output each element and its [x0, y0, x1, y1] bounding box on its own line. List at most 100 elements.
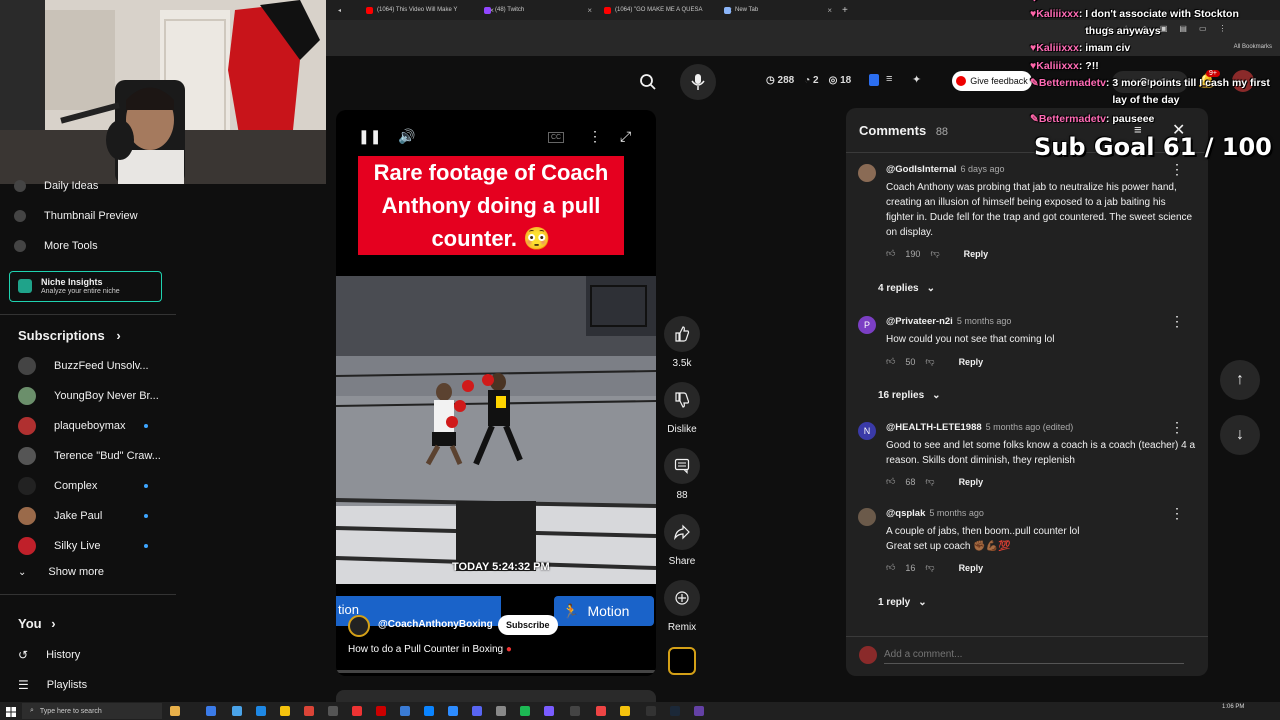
comment-menu-icon[interactable]: ⋮	[1170, 314, 1184, 328]
taskbar-app-icon[interactable]	[170, 706, 180, 716]
taskbar-search[interactable]: ⌕ Type here to search	[22, 703, 162, 719]
comment-menu-icon[interactable]: ⋮	[1170, 162, 1184, 176]
taskbar-app-icon[interactable]	[496, 706, 506, 716]
thumbs-down-icon[interactable]: 👎︎	[925, 562, 934, 573]
volume-icon[interactable]: 🔊	[398, 128, 415, 145]
trophy-icon[interactable]: ✦	[912, 73, 921, 86]
thumbs-up-icon[interactable]: 👍︎	[886, 476, 895, 487]
thumbs-down-icon[interactable]: 👎︎	[925, 476, 934, 487]
browser-tab-3[interactable]: (1064) "GO MAKE ME A QUESA ×	[604, 3, 732, 17]
subscription-item[interactable]: BuzzFeed Unsolv...	[18, 354, 168, 378]
comment-menu-icon[interactable]: ⋮	[1170, 420, 1184, 434]
taskbar-app-icon[interactable]	[352, 706, 362, 716]
shorts-video-player[interactable]: ❚❚ 🔊 CC ⋮ ⤢ Rare footage of Coach Anthon…	[336, 110, 656, 676]
reply-button[interactable]: Reply	[959, 477, 984, 487]
tab-scroll-left-icon[interactable]: ◂	[338, 3, 346, 17]
give-feedback-button[interactable]: Give feedback	[952, 71, 1032, 91]
subscribe-button[interactable]: Subscribe	[498, 615, 558, 635]
search-button[interactable]	[630, 64, 666, 100]
reply-button[interactable]: Reply	[959, 563, 984, 573]
dislike-button[interactable]: Dislike	[664, 382, 700, 435]
comment-avatar[interactable]	[858, 164, 876, 182]
share-button[interactable]: Share	[664, 514, 700, 567]
list-icon[interactable]: ≡	[886, 73, 892, 85]
replies-toggle[interactable]: 4 replies ⌄	[878, 283, 935, 294]
taskbar-app-icon[interactable]	[520, 706, 530, 716]
taskbar-app-icon[interactable]	[448, 706, 458, 716]
windows-start-icon[interactable]	[6, 706, 16, 717]
next-short-preview[interactable]	[336, 690, 656, 702]
subscription-item[interactable]: Terence "Bud" Craw...	[18, 444, 168, 468]
new-tab-button[interactable]: +	[842, 3, 852, 17]
subscription-item[interactable]: YoungBoy Never Br...	[18, 384, 168, 408]
discord-icon[interactable]	[472, 706, 482, 716]
taskbar-app-icon[interactable]	[544, 706, 554, 716]
taskbar-clock[interactable]: 1:06 PM	[1222, 704, 1244, 710]
taskbar-app-icon[interactable]	[570, 706, 580, 716]
fullscreen-icon[interactable]: ⤢	[620, 128, 631, 145]
channel-avatar[interactable]	[348, 615, 370, 637]
next-short-button[interactable]: ↓	[1220, 415, 1260, 455]
thumbs-up-icon[interactable]: 👍︎	[886, 356, 895, 367]
taskbar-app-icon[interactable]	[304, 706, 314, 716]
sound-avatar[interactable]	[668, 647, 696, 675]
taskbar-app-icon[interactable]	[256, 706, 266, 716]
replies-toggle[interactable]: 1 reply ⌄	[878, 597, 927, 608]
subscription-item[interactable]: plaqueboymax	[18, 414, 168, 438]
chrome-icon[interactable]	[280, 706, 290, 716]
comment-author[interactable]: @HEALTH-LETE1988	[886, 422, 982, 433]
sidebar-item-thumbnail-preview[interactable]: Thumbnail Preview	[14, 203, 138, 229]
comment-author[interactable]: @Privateer-n2i	[886, 316, 953, 327]
opera-icon[interactable]	[376, 706, 386, 716]
video-progress-bar[interactable]	[336, 670, 656, 673]
browser-tab-4[interactable]: New Tab ×	[724, 3, 832, 17]
taskbar-app-icon[interactable]	[328, 706, 338, 716]
taskbar-app-icon[interactable]	[400, 706, 410, 716]
more-options-icon[interactable]: ⋮	[588, 128, 602, 145]
sidebar-item-history[interactable]: ↺ History	[18, 642, 80, 668]
captions-button[interactable]: CC	[548, 132, 565, 143]
you-heading[interactable]: You ›	[18, 616, 56, 631]
subscription-item[interactable]: Complex	[18, 474, 168, 498]
taskbar-app-icon[interactable]	[694, 706, 704, 716]
comment-avatar[interactable]	[858, 508, 876, 526]
reply-button[interactable]: Reply	[959, 357, 984, 367]
add-comment-input[interactable]	[884, 646, 1184, 664]
comment-author[interactable]: @qsplak	[886, 508, 925, 519]
sidebar-item-playlists[interactable]: ☰ Playlists	[18, 672, 87, 698]
taskbar-app-icon[interactable]	[232, 706, 242, 716]
pause-icon[interactable]: ❚❚	[358, 128, 381, 145]
browser-tab-1[interactable]: (1064) This Video Will Make Y ×	[366, 3, 494, 17]
comment-menu-icon[interactable]: ⋮	[1170, 506, 1184, 520]
browser-tab-2[interactable]: (48) Twitch ×	[484, 3, 592, 17]
channel-name[interactable]: @CoachAnthonyBoxing	[378, 619, 493, 630]
vidiq-icon[interactable]	[869, 74, 879, 86]
thumbs-up-icon[interactable]: 👍︎	[886, 248, 895, 259]
taskbar-app-icon[interactable]	[646, 706, 656, 716]
taskbar-app-icon[interactable]	[596, 706, 606, 716]
sidebar-item-daily-ideas[interactable]: Daily Ideas	[14, 173, 98, 199]
comment-avatar[interactable]: N	[858, 422, 876, 440]
steam-icon[interactable]	[670, 706, 680, 716]
comment-author[interactable]: @GodIsInternal	[886, 164, 957, 175]
edge-icon[interactable]	[424, 706, 434, 716]
subscription-item[interactable]: Silky Live	[18, 534, 168, 558]
close-tab-icon[interactable]: ×	[587, 6, 592, 15]
taskbar-app-icon[interactable]	[206, 706, 216, 716]
thumbs-up-icon[interactable]: 👍︎	[886, 562, 895, 573]
video-title[interactable]: How to do a Pull Counter in Boxing ●	[348, 644, 512, 655]
thumbs-down-icon[interactable]: 👎︎	[925, 356, 934, 367]
reply-button[interactable]: Reply	[964, 249, 989, 259]
remix-button[interactable]: Remix	[664, 580, 700, 633]
previous-short-button[interactable]: ↑	[1220, 360, 1260, 400]
niche-insights-card[interactable]: Niche Insights Analyze your entire niche	[9, 271, 162, 302]
subscription-item[interactable]: Jake Paul	[18, 504, 168, 528]
close-tab-icon[interactable]: ×	[827, 6, 832, 15]
subscriptions-heading[interactable]: Subscriptions ›	[18, 328, 121, 343]
thumbs-down-icon[interactable]: 👎︎	[930, 248, 939, 259]
voice-search-button[interactable]	[680, 64, 716, 100]
chrome-icon[interactable]	[620, 706, 630, 716]
comment-avatar[interactable]: P	[858, 316, 876, 334]
show-more-button[interactable]: ⌄ Show more	[18, 566, 104, 578]
sidebar-item-more-tools[interactable]: More Tools	[14, 233, 98, 259]
